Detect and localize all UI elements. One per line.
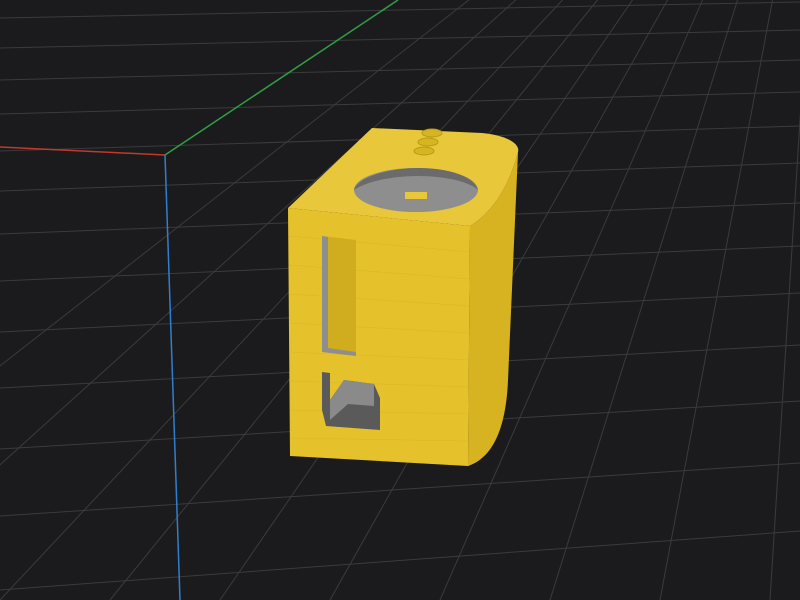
3d-model-part[interactable] [288, 128, 519, 466]
small-hole-2 [417, 137, 439, 147]
small-hole-1 [421, 128, 443, 138]
small-hole-3 [413, 146, 435, 156]
viewport-scene[interactable] [0, 0, 800, 600]
top-hole-slot [405, 192, 427, 199]
3d-viewport[interactable] [0, 0, 800, 600]
